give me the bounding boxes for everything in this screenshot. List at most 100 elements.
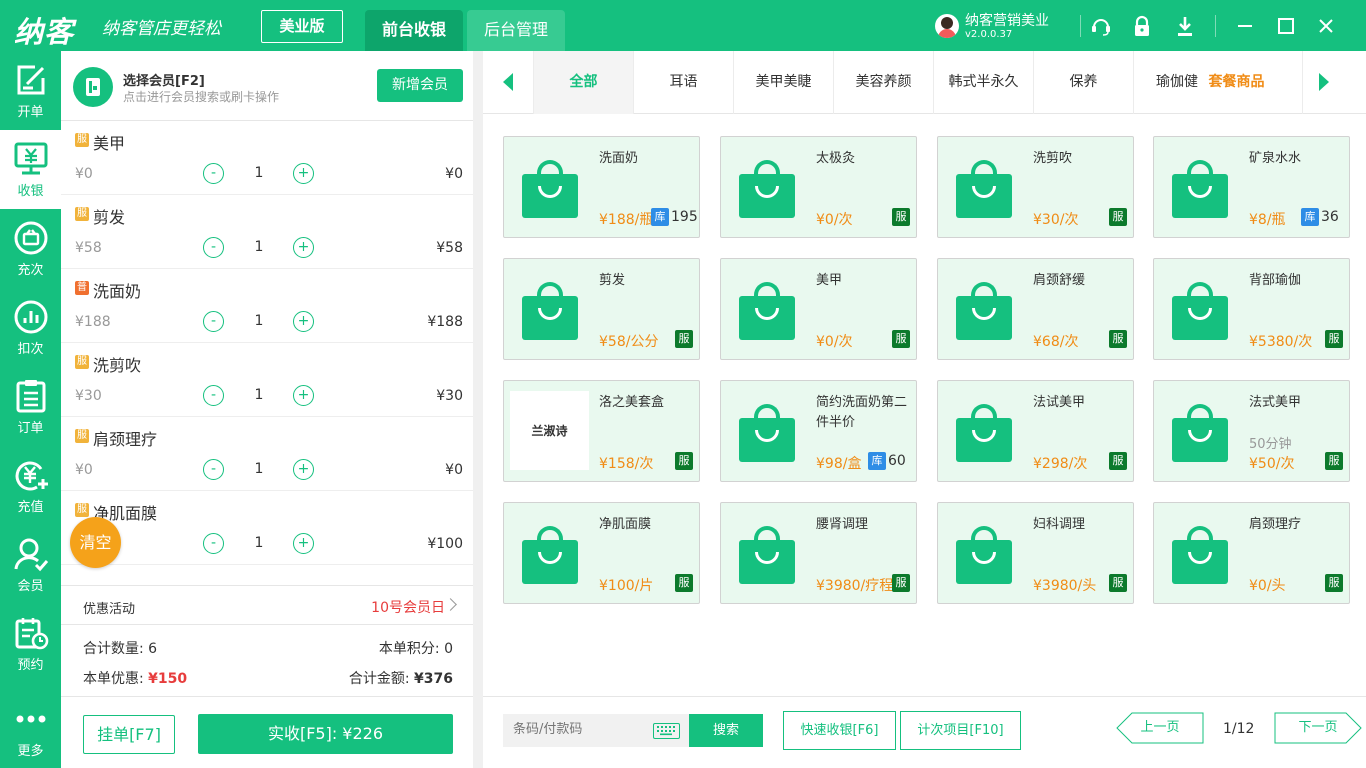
- total-count: 合计数量: 6: [83, 638, 157, 658]
- keyboard-icon[interactable]: [653, 723, 680, 739]
- cart-item[interactable]: 普 洗面奶 ¥188 - 1 + ¥188: [61, 269, 473, 343]
- lock-icon[interactable]: [1129, 13, 1155, 39]
- item-total: ¥30: [436, 388, 463, 404]
- product-price: ¥3980/头: [1033, 578, 1097, 594]
- product-card[interactable]: 净肌面膜 ¥100/片 服: [503, 502, 700, 604]
- member-card-icon: [73, 67, 113, 107]
- sidebar-item-cashier[interactable]: 收银: [0, 130, 61, 209]
- cart-item[interactable]: 服 美甲 ¥0 - 1 + ¥0: [61, 121, 473, 195]
- category-item[interactable]: 美甲美睫: [733, 51, 833, 114]
- product-card[interactable]: 剪发 ¥58/公分服: [503, 258, 700, 360]
- count-items-button[interactable]: 计次项目[F10]: [900, 711, 1021, 750]
- sidebar-item-more[interactable]: 更多: [0, 683, 61, 768]
- category-prev-arrow-icon[interactable]: [503, 73, 513, 91]
- service-badge: 服: [1109, 330, 1127, 348]
- product-card[interactable]: 妇科调理 ¥3980/头服: [937, 502, 1134, 604]
- download-icon[interactable]: [1172, 13, 1198, 39]
- product-card[interactable]: 美甲 ¥0/次 服: [720, 258, 917, 360]
- product-price: ¥5380/次: [1249, 334, 1313, 350]
- service-badge: 服: [1109, 452, 1127, 470]
- qty-plus-button[interactable]: +: [293, 533, 314, 554]
- qty-minus-button[interactable]: -: [203, 385, 224, 406]
- quick-checkout-button[interactable]: 快速收银[F6]: [783, 711, 896, 750]
- category-item[interactable]: 耳语: [633, 51, 733, 114]
- qty-plus-button[interactable]: +: [293, 311, 314, 332]
- qty-minus-button[interactable]: -: [203, 237, 224, 258]
- sidebar-item-deduct-times[interactable]: 扣次: [0, 288, 61, 367]
- category-item[interactable]: 保养: [1033, 51, 1133, 114]
- qty-minus-button[interactable]: -: [203, 163, 224, 184]
- add-member-button[interactable]: 新增会员: [377, 69, 463, 102]
- shopping-bag-icon: [739, 404, 795, 464]
- category-all[interactable]: 全部: [533, 51, 633, 114]
- shopping-bag-icon: [956, 160, 1012, 220]
- tab-back-office[interactable]: 后台管理: [467, 10, 565, 51]
- promotion-row[interactable]: 优惠活动 10号会员日: [61, 585, 473, 625]
- product-card[interactable]: 背部瑜伽 ¥5380/次服: [1153, 258, 1350, 360]
- product-card[interactable]: 肩颈理疗 ¥0/头 服: [1153, 502, 1350, 604]
- qty-minus-button[interactable]: -: [203, 533, 224, 554]
- edition-button[interactable]: 美业版: [261, 10, 343, 43]
- sidebar-item-orders[interactable]: 订单: [0, 367, 61, 446]
- product-card[interactable]: 洗面奶 ¥188/瓶库 195: [503, 136, 700, 238]
- item-quantity[interactable]: 1: [247, 535, 271, 551]
- product-card[interactable]: 肩颈舒缓 ¥68/次 服: [937, 258, 1134, 360]
- item-quantity[interactable]: 1: [247, 165, 271, 181]
- product-card[interactable]: 腰肾调理 ¥3980/疗程服: [720, 502, 917, 604]
- cart-item[interactable]: 服 洗剪吹 ¥30 - 1 + ¥30: [61, 343, 473, 417]
- product-card[interactable]: 矿泉水水 ¥8/瓶库 36: [1153, 136, 1350, 238]
- product-card[interactable]: 法试美甲 ¥298/次 服: [937, 380, 1134, 482]
- cart-actions: 挂单[F7] 实收[F5]: ¥226: [61, 696, 473, 768]
- product-card[interactable]: 简约洗面奶第二件半价 ¥98/盒库 60: [720, 380, 917, 482]
- barcode-field[interactable]: [503, 714, 689, 747]
- headset-icon[interactable]: [1088, 13, 1114, 39]
- stock-count: 36: [1321, 209, 1339, 225]
- sidebar-item-recharge[interactable]: 充值: [0, 446, 61, 525]
- checkout-button[interactable]: 实收[F5]: ¥226: [198, 714, 453, 754]
- user-name: 纳客营销美业: [965, 13, 1049, 29]
- qty-plus-button[interactable]: +: [293, 459, 314, 480]
- category-item[interactable]: 瑜伽健: [1156, 74, 1198, 90]
- next-page-button[interactable]: 下一页: [1274, 712, 1362, 744]
- maximize-icon[interactable]: [1273, 13, 1299, 39]
- category-item[interactable]: 美容养颜: [833, 51, 933, 114]
- clear-cart-button[interactable]: 清空: [70, 517, 121, 568]
- qty-minus-button[interactable]: -: [203, 311, 224, 332]
- prev-page-button[interactable]: 上一页: [1116, 712, 1204, 744]
- category-package[interactable]: 套餐商品: [1208, 74, 1264, 90]
- category-next-arrow-icon[interactable]: [1319, 73, 1329, 91]
- qty-minus-button[interactable]: -: [203, 459, 224, 480]
- sidebar-item-open-order[interactable]: 开单: [0, 51, 61, 130]
- sidebar-item-appointments[interactable]: 预约: [0, 604, 61, 683]
- item-quantity[interactable]: 1: [247, 313, 271, 329]
- member-select[interactable]: 选择会员[F2] 点击进行会员搜索或刷卡操作 新增会员: [61, 51, 473, 121]
- shopping-bag-icon: [1172, 160, 1228, 220]
- cart-item[interactable]: 服 剪发 ¥58 - 1 + ¥58: [61, 195, 473, 269]
- product-card[interactable]: 太极灸 ¥0/次 服: [720, 136, 917, 238]
- user-info[interactable]: 纳客营销美业 v2.0.0.37: [935, 12, 1075, 42]
- item-name: 洗面奶: [93, 282, 142, 301]
- item-quantity[interactable]: 1: [247, 387, 271, 403]
- product-card[interactable]: 兰淑诗 洛之美套盒 ¥158/次 服: [503, 380, 700, 482]
- order-total-label: 合计金额:: [348, 671, 410, 687]
- cart-item[interactable]: 服 肩颈理疗 ¥0 - 1 + ¥0: [61, 417, 473, 491]
- product-card[interactable]: 法式美甲 50分钟 ¥50/次 服: [1153, 380, 1350, 482]
- search-button[interactable]: 搜索: [689, 714, 763, 747]
- tab-front-cashier[interactable]: 前台收银: [365, 10, 463, 51]
- item-quantity[interactable]: 1: [247, 239, 271, 255]
- hold-order-button[interactable]: 挂单[F7]: [83, 715, 175, 754]
- shopping-bag-icon: [739, 160, 795, 220]
- cart-item[interactable]: 服 净肌面膜 - 1 + ¥100: [61, 491, 473, 565]
- member-select-title: 选择会员[F2]: [123, 74, 205, 89]
- qty-plus-button[interactable]: +: [293, 385, 314, 406]
- minimize-icon[interactable]: [1232, 13, 1258, 39]
- barcode-input[interactable]: [513, 722, 643, 737]
- qty-plus-button[interactable]: +: [293, 237, 314, 258]
- qty-plus-button[interactable]: +: [293, 163, 314, 184]
- product-card[interactable]: 洗剪吹 ¥30/次 服: [937, 136, 1134, 238]
- sidebar-item-members[interactable]: 会员: [0, 525, 61, 604]
- sidebar-item-recharge-times[interactable]: 充次: [0, 209, 61, 288]
- category-item[interactable]: 韩式半永久: [933, 51, 1033, 114]
- close-icon[interactable]: [1313, 13, 1339, 39]
- item-quantity[interactable]: 1: [247, 461, 271, 477]
